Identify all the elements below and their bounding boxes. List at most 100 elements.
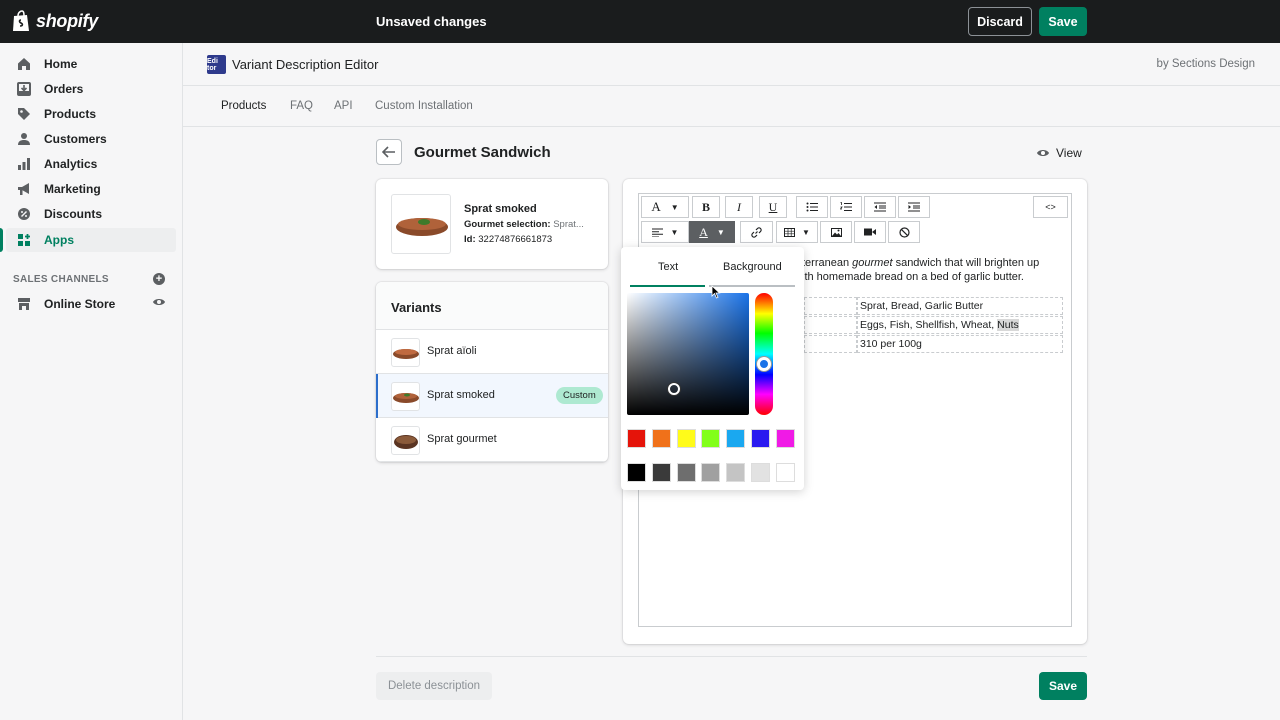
eye-icon[interactable] <box>152 297 166 307</box>
view-label: View <box>1056 146 1082 160</box>
tab-faq[interactable]: FAQ <box>290 100 313 112</box>
saturation-handle[interactable] <box>668 383 680 395</box>
color-swatch[interactable] <box>775 463 795 482</box>
hue-handle-dot <box>757 357 771 371</box>
sidebar-item-home[interactable]: Home <box>6 52 176 76</box>
variant-thumbnail <box>391 338 420 367</box>
color-swatch[interactable] <box>701 463 721 482</box>
tab-background-color[interactable]: Background <box>723 261 782 273</box>
saturation-brightness-area[interactable] <box>627 293 749 415</box>
variant-row[interactable]: Sprat gourmet <box>376 418 608 462</box>
indent-icon <box>908 202 920 212</box>
sidebar-item-analytics[interactable]: Analytics <box>6 152 176 176</box>
outdent-button[interactable] <box>864 196 896 218</box>
table-cell <box>804 297 857 315</box>
sidebar-item-orders[interactable]: Orders <box>6 77 176 101</box>
color-swatch[interactable] <box>627 429 646 448</box>
color-swatch[interactable] <box>751 429 770 448</box>
discard-button[interactable]: Discard <box>968 7 1032 36</box>
tab-text-color[interactable]: Text <box>658 261 678 273</box>
app-title: Variant Description Editor <box>232 57 379 72</box>
italic-button[interactable]: I <box>725 196 753 218</box>
app-header: Edi tor Variant Description Editor by Se… <box>183 43 1280 86</box>
back-button[interactable] <box>376 139 402 165</box>
clear-formatting-button[interactable] <box>888 221 920 243</box>
product-image <box>391 194 451 254</box>
home-icon <box>16 56 32 72</box>
color-swatch[interactable] <box>726 429 746 448</box>
text-color-dropdown[interactable]: A ▼ <box>689 221 735 243</box>
bullet-list-icon <box>806 202 818 212</box>
chevron-down-icon: ▼ <box>802 227 810 237</box>
block-icon <box>898 226 910 238</box>
table-cell: Eggs, Fish, Shellfish, Wheat, Nuts <box>857 316 1063 334</box>
bold-button[interactable]: B <box>692 196 720 218</box>
numbered-list-icon <box>840 202 852 211</box>
color-swatch[interactable] <box>627 463 646 482</box>
sidebar-item-discounts[interactable]: Discounts <box>6 202 176 226</box>
save-button-bottom[interactable]: Save <box>1039 672 1087 700</box>
sidebar-item-label: Analytics <box>44 157 98 171</box>
tab-custom-installation[interactable]: Custom Installation <box>375 100 473 112</box>
insert-image-button[interactable] <box>820 221 852 243</box>
variant-thumbnail <box>391 426 420 455</box>
app-developer: by Sections Design <box>1156 58 1255 70</box>
add-sales-channel-icon[interactable]: + <box>153 273 165 285</box>
shopify-logo[interactable]: shopify <box>12 10 98 32</box>
save-button-top[interactable]: Save <box>1039 7 1087 36</box>
source-code-button[interactable]: <> <box>1033 196 1068 218</box>
sales-channels-heading: SALES CHANNELS <box>13 274 109 285</box>
color-swatch[interactable] <box>651 463 671 482</box>
store-icon <box>16 296 32 312</box>
apps-icon <box>16 232 32 248</box>
sidebar-item-online-store[interactable]: Online Store <box>6 292 176 316</box>
chevron-down-icon: ▼ <box>670 227 679 237</box>
indent-button[interactable] <box>898 196 930 218</box>
text-color-icon: A <box>699 224 708 239</box>
product-variant-name: Sprat smoked <box>464 203 537 215</box>
color-picker-popup: Text Background <box>621 247 804 490</box>
color-swatch[interactable] <box>651 429 671 448</box>
color-swatch[interactable] <box>775 429 795 448</box>
table-dropdown[interactable]: ▼ <box>776 221 818 243</box>
tab-api[interactable]: API <box>334 100 353 112</box>
insert-video-button[interactable] <box>854 221 886 243</box>
variants-heading: Variants <box>391 300 442 315</box>
top-bar: shopify Unsaved changes Discard Save <box>0 0 1280 43</box>
sidebar-item-products[interactable]: Products <box>6 102 176 126</box>
font-size-dropdown[interactable]: A ▼ <box>641 196 689 218</box>
color-swatch[interactable] <box>701 429 721 448</box>
hue-slider[interactable] <box>755 293 773 415</box>
sidebar-item-marketing[interactable]: Marketing <box>6 177 176 201</box>
bullet-list-button[interactable] <box>796 196 828 218</box>
footer-divider <box>376 656 1087 657</box>
sidebar-item-customers[interactable]: Customers <box>6 127 176 151</box>
variant-row-selected[interactable]: Sprat smoked Custom <box>376 374 608 418</box>
sidebar-item-label: Marketing <box>44 182 101 196</box>
description-text: terranean gourmet sandwich that will bri… <box>802 256 1062 284</box>
align-dropdown[interactable]: ▼ <box>641 221 689 243</box>
color-swatch[interactable] <box>676 463 696 482</box>
table-cell: Sprat, Bread, Garlic Butter <box>857 297 1063 315</box>
sidebar-item-apps[interactable]: Apps <box>0 228 176 252</box>
discount-icon <box>16 206 32 222</box>
hue-handle[interactable] <box>755 357 773 371</box>
numbered-list-button[interactable] <box>830 196 862 218</box>
variant-row[interactable]: Sprat aïoli <box>376 330 608 374</box>
link-icon <box>751 226 762 238</box>
color-swatch[interactable] <box>751 463 770 482</box>
color-swatch[interactable] <box>726 463 746 482</box>
link-button[interactable] <box>740 221 773 243</box>
custom-badge: Custom <box>556 387 603 404</box>
active-tab-indicator <box>630 285 705 287</box>
delete-description-button[interactable]: Delete description <box>376 672 492 700</box>
color-swatch[interactable] <box>676 429 696 448</box>
view-link[interactable]: View <box>1036 146 1082 160</box>
sidebar-item-label: Discounts <box>44 207 103 221</box>
underline-button[interactable]: U <box>759 196 787 218</box>
table-cell <box>804 335 857 353</box>
tab-products[interactable]: Products <box>221 100 266 112</box>
product-id: Id: 32274876661873 <box>464 234 552 245</box>
align-left-icon <box>651 228 663 237</box>
tab-indicator <box>709 285 795 287</box>
